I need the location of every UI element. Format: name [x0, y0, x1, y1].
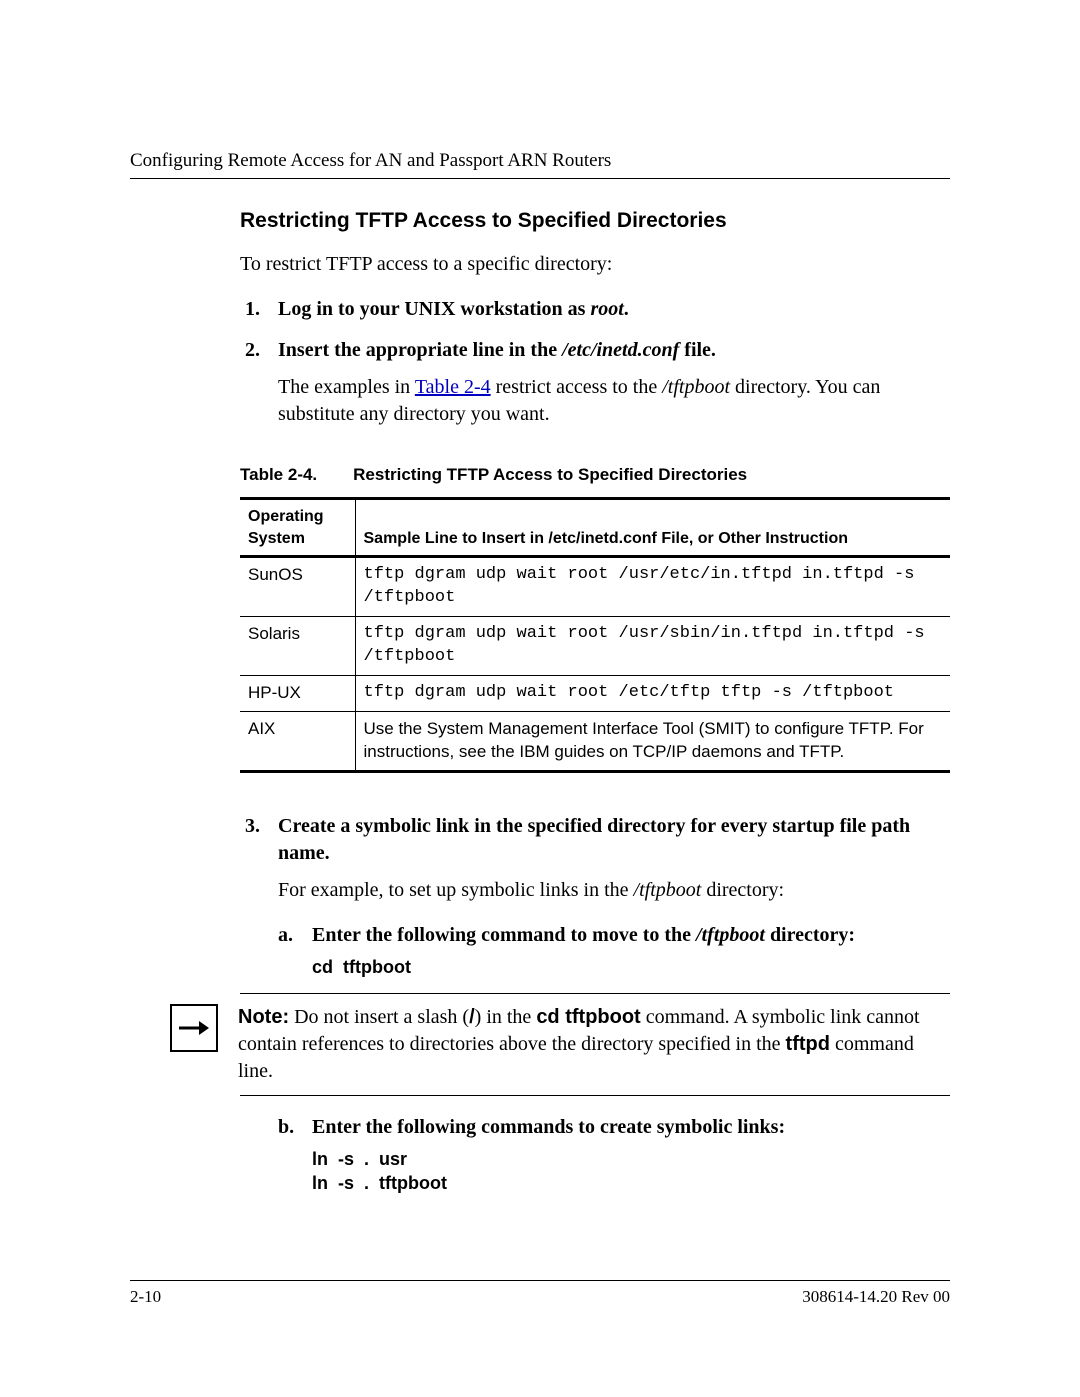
- note-arrow-icon: [170, 1004, 218, 1052]
- step-3: 3. Create a symbolic link in the specifi…: [240, 813, 950, 867]
- page-number: 2-10: [130, 1287, 161, 1307]
- table-caption: Table 2-4.Restricting TFTP Access to Spe…: [240, 464, 950, 487]
- table-header-sample: Sample Line to Insert in /etc/inetd.conf…: [355, 498, 950, 556]
- command-ln-2: ln -s . tftpboot: [312, 1171, 950, 1195]
- step-number: 2.: [240, 337, 260, 364]
- body: To restrict TFTP access to a specific di…: [240, 251, 950, 1196]
- command-ln-1: ln -s . usr: [312, 1147, 950, 1171]
- step-text: Log in to your UNIX workstation as root.: [278, 296, 950, 323]
- doc-number: 308614-14.20 Rev 00: [802, 1287, 950, 1307]
- table-row: HP-UX tftp dgram udp wait root /etc/tftp…: [240, 675, 950, 711]
- table-row: AIX Use the System Management Interface …: [240, 711, 950, 771]
- intro-paragraph: To restrict TFTP access to a specific di…: [240, 251, 950, 278]
- step-1: 1. Log in to your UNIX workstation as ro…: [240, 296, 950, 323]
- substep-a: a. Enter the following command to move t…: [278, 922, 950, 949]
- substep-letter: b.: [278, 1114, 298, 1141]
- table-row: Solaris tftp dgram udp wait root /usr/sb…: [240, 617, 950, 676]
- step-2-body: The examples in Table 2-4 restrict acces…: [278, 374, 950, 428]
- header-rule: [130, 178, 950, 179]
- table-crossref-link[interactable]: Table 2-4: [415, 376, 491, 398]
- step-text: Insert the appropriate line in the /etc/…: [278, 337, 950, 364]
- substep-letter: a.: [278, 922, 298, 949]
- substep-text: Enter the following command to move to t…: [312, 922, 950, 949]
- step-text: Create a symbolic link in the specified …: [278, 813, 950, 867]
- page: Configuring Remote Access for AN and Pas…: [0, 0, 1080, 1397]
- command-cd: cd tftpboot: [312, 955, 950, 979]
- running-header: Configuring Remote Access for AN and Pas…: [130, 150, 950, 172]
- step-number: 1.: [240, 296, 260, 323]
- substep-text: Enter the following commands to create s…: [312, 1114, 950, 1141]
- step-3-body: For example, to set up symbolic links in…: [278, 877, 950, 904]
- step-2: 2. Insert the appropriate line in the /e…: [240, 337, 950, 364]
- page-footer: 2-10 308614-14.20 Rev 00: [130, 1272, 950, 1307]
- table-row: SunOS tftp dgram udp wait root /usr/etc/…: [240, 557, 950, 617]
- note-bottom-rule: [240, 1095, 950, 1096]
- step-number: 3.: [240, 813, 260, 867]
- note-text: Note: Do not insert a slash (/) in the c…: [238, 1004, 950, 1085]
- tftp-table: Operating System Sample Line to Insert i…: [240, 497, 950, 773]
- note-block: Note: Do not insert a slash (/) in the c…: [240, 993, 950, 1096]
- table-header-os: Operating System: [240, 498, 355, 556]
- substep-b: b. Enter the following commands to creat…: [278, 1114, 950, 1141]
- footer-rule: [130, 1280, 950, 1281]
- section-heading: Restricting TFTP Access to Specified Dir…: [240, 209, 950, 233]
